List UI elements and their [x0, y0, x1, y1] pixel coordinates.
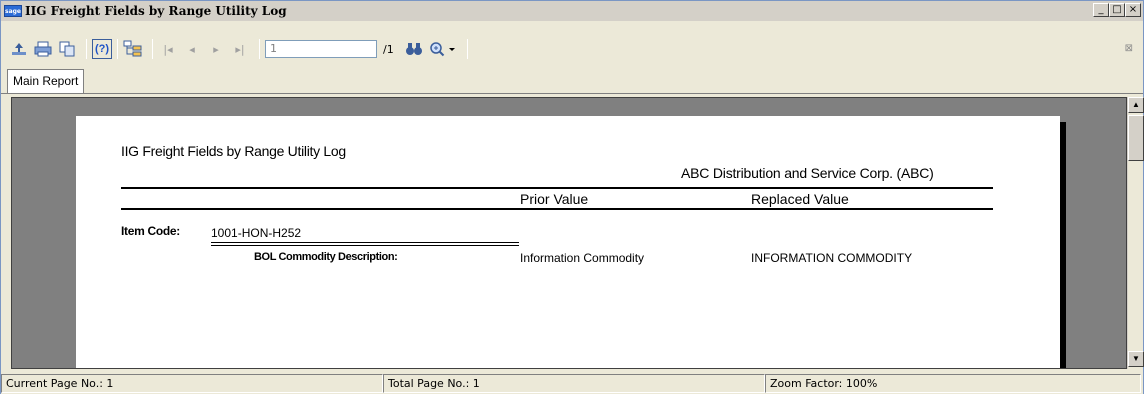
header-rule-top	[121, 187, 993, 189]
group-tree-icon[interactable]	[123, 39, 143, 59]
scroll-thumb[interactable]	[1128, 115, 1144, 161]
page-number-input[interactable]: 1	[265, 40, 377, 58]
print-icon[interactable]	[33, 39, 53, 59]
next-page-icon[interactable]: ▸	[206, 39, 226, 59]
item-rule	[211, 245, 519, 246]
scroll-down-button[interactable]: ▼	[1128, 351, 1144, 367]
report-tabs: Main Report	[7, 69, 85, 93]
first-page-icon[interactable]: |◂	[158, 39, 178, 59]
replaced-value-cell: INFORMATION COMMODITY	[751, 251, 913, 265]
field-label: BOL Commodity Description:	[254, 251, 398, 263]
copy-icon[interactable]	[57, 39, 77, 59]
export-icon[interactable]	[9, 39, 29, 59]
title-bar: sage IIG Freight Fields by Range Utility…	[1, 1, 1143, 21]
close-button[interactable]: ×	[1125, 3, 1141, 17]
close-view-icon[interactable]: ⊠	[1125, 43, 1133, 54]
page-total: /1	[383, 42, 394, 56]
toolbar-separator	[86, 39, 87, 59]
find-binoculars-icon[interactable]	[404, 39, 424, 59]
status-bar: Current Page No.: 1 Total Page No.: 1 Zo…	[1, 373, 1143, 394]
item-code-value: 1001-HON-H252	[211, 226, 302, 240]
toolbar-separator	[259, 39, 260, 59]
company-name: ABC Distribution and Service Corp. (ABC)	[681, 165, 934, 181]
prior-value-cell: Information Commodity	[520, 251, 645, 265]
scroll-up-button[interactable]: ▲	[1128, 97, 1144, 113]
last-page-icon[interactable]: ▸|	[230, 39, 250, 59]
column-header-prior-value: Prior Value	[520, 191, 589, 207]
tab-divider	[1, 93, 1143, 94]
help-icon[interactable]: (?)	[92, 39, 112, 59]
toolbar-separator	[152, 39, 153, 59]
header-rule-bottom	[121, 208, 993, 210]
page-shadow	[1060, 122, 1066, 368]
item-code-label: Item Code:	[121, 224, 181, 238]
window-controls: _ □ ×	[1093, 3, 1141, 17]
toolbar-separator	[466, 39, 468, 59]
previous-page-icon[interactable]: ◂	[182, 39, 202, 59]
window-title: IIG Freight Fields by Range Utility Log	[25, 4, 287, 18]
vertical-scrollbar[interactable]: ▲ ▼	[1127, 97, 1144, 369]
status-total-page: Total Page No.: 1	[383, 374, 765, 393]
zoom-icon[interactable]	[428, 39, 458, 59]
minimize-button[interactable]: _	[1093, 3, 1109, 17]
report-viewer-window: sage IIG Freight Fields by Range Utility…	[0, 0, 1144, 394]
status-current-page: Current Page No.: 1	[1, 374, 383, 393]
item-rule	[211, 242, 519, 243]
restore-button[interactable]: □	[1109, 3, 1125, 17]
toolbar: (?) |◂ ◂ ▸ ▸| 1 /1	[1, 31, 1143, 67]
tab-main-report[interactable]: Main Report	[7, 69, 85, 93]
toolbar-separator	[117, 39, 118, 59]
sage-logo-icon: sage	[4, 5, 22, 17]
report-title: IIG Freight Fields by Range Utility Log	[121, 143, 346, 159]
status-zoom-factor: Zoom Factor: 100%	[765, 374, 1141, 393]
column-header-replaced-value: Replaced Value	[751, 191, 849, 207]
